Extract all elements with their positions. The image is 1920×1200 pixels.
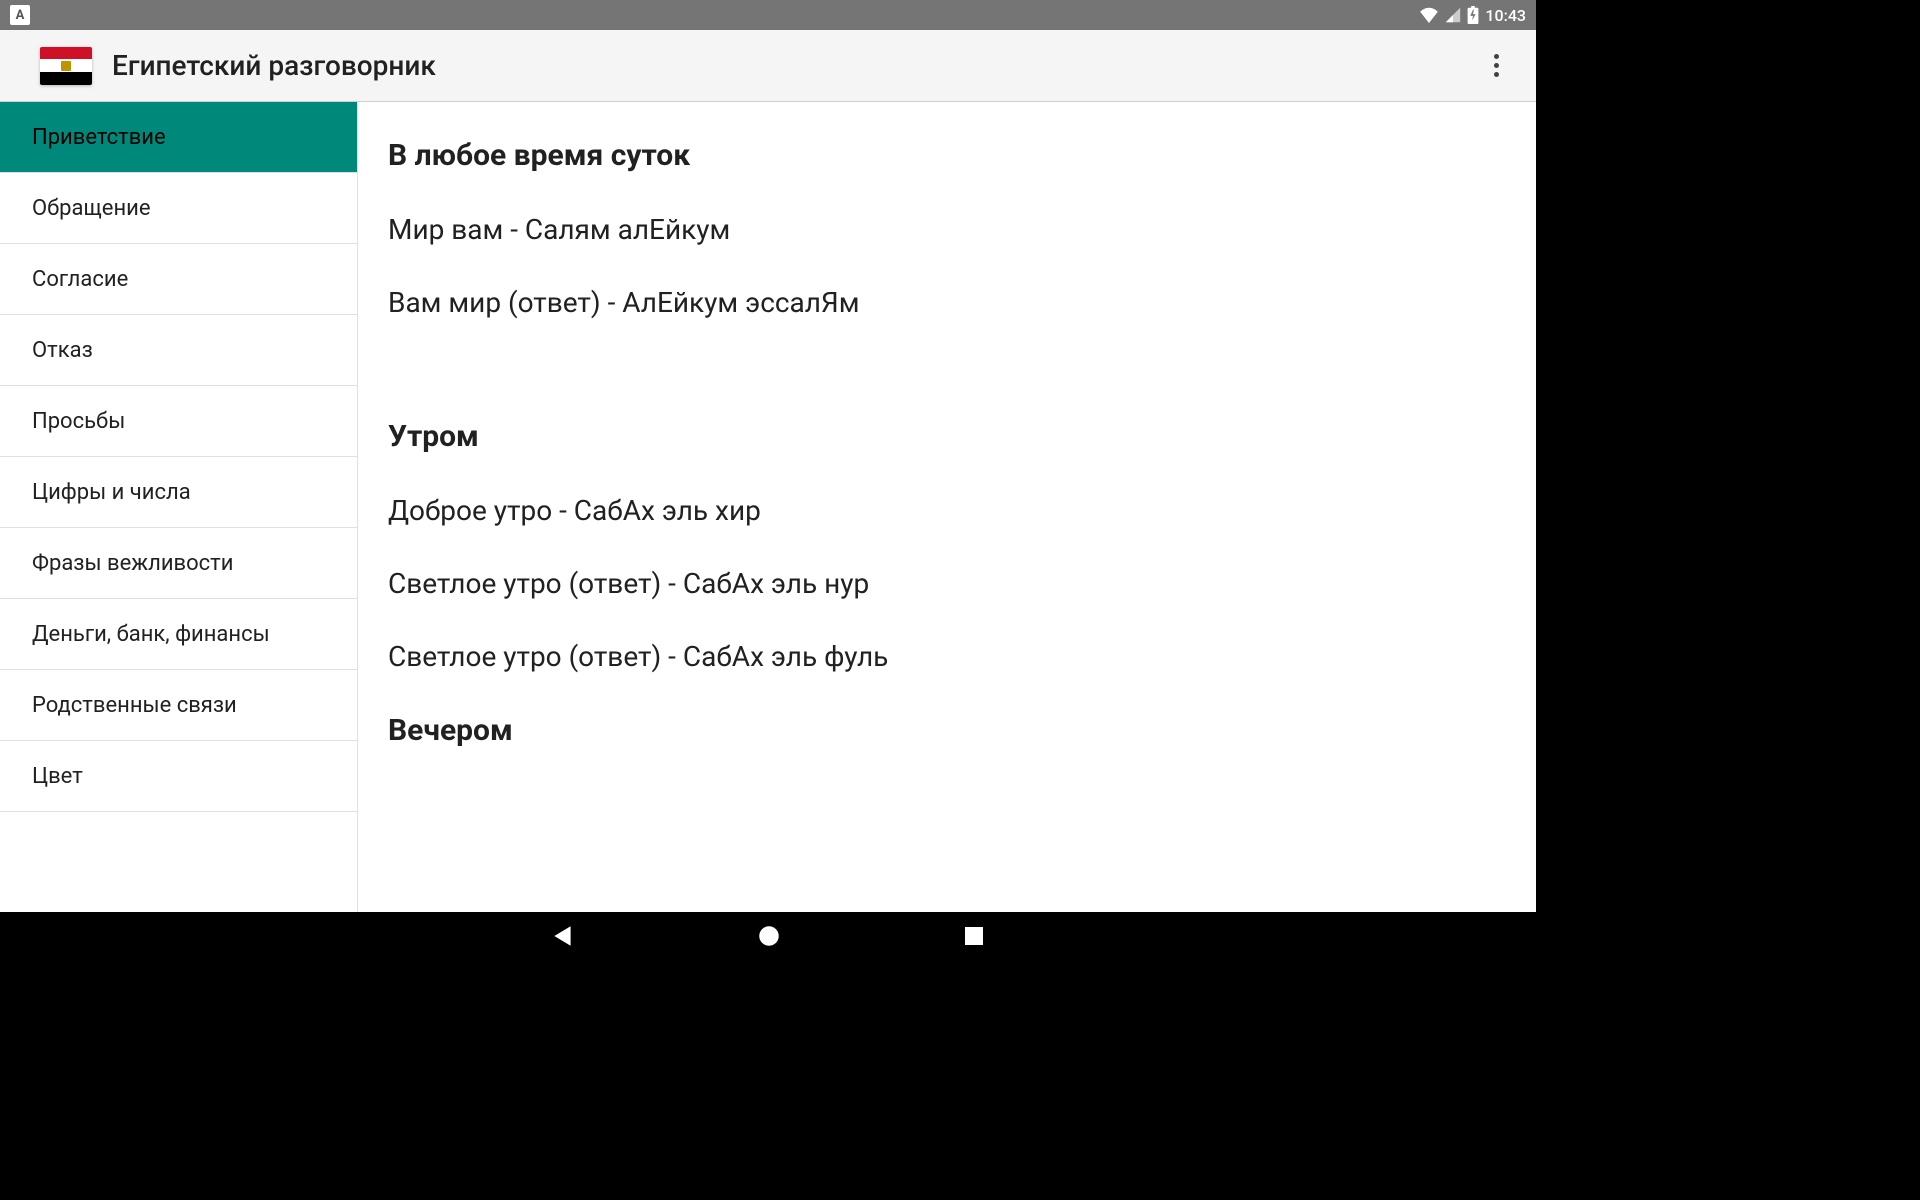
category-sidebar: Приветствие Обращение Согласие Отказ Про… — [0, 102, 358, 912]
status-right: 10:43 — [1419, 6, 1526, 25]
sidebar-item-numbers[interactable]: Цифры и числа — [0, 457, 357, 528]
keyboard-language-indicator: A — [10, 5, 30, 25]
egypt-flag-icon — [40, 47, 92, 85]
phrase-line: Светлое утро (ответ) - СабАх эль нур — [388, 567, 1506, 600]
sidebar-item-greeting[interactable]: Приветствие — [0, 102, 357, 173]
section-heading-morning: Утром — [388, 419, 1506, 454]
app-bar: Египетский разговорник — [0, 30, 1536, 102]
lang-letter: A — [16, 8, 25, 23]
phrase-line: Мир вам - Салям алЕйкум — [388, 213, 1506, 246]
sidebar-item-color[interactable]: Цвет — [0, 741, 357, 812]
app-title: Египетский разговорник — [112, 49, 1476, 82]
sidebar-item-label: Цифры и числа — [32, 480, 191, 505]
section-heading-anytime: В любое время суток — [388, 138, 1506, 173]
sidebar-item-family[interactable]: Родственные связи — [0, 670, 357, 741]
back-button[interactable] — [550, 923, 576, 949]
sidebar-item-label: Цвет — [32, 764, 83, 789]
recent-apps-button[interactable] — [962, 924, 986, 948]
content-area: Приветствие Обращение Согласие Отказ Про… — [0, 102, 1536, 912]
sidebar-item-refusal[interactable]: Отказ — [0, 315, 357, 386]
sidebar-item-label: Фразы вежливости — [32, 551, 233, 576]
sidebar-item-label: Деньги, банк, финансы — [32, 622, 270, 647]
phrase-line: Светлое утро (ответ) - СабАх эль фуль — [388, 640, 1506, 673]
battery-charging-icon — [1467, 6, 1479, 24]
sidebar-item-label: Приветствие — [32, 125, 166, 150]
section-heading-evening: Вечером — [388, 713, 1506, 748]
phrase-content: В любое время суток Мир вам - Салям алЕй… — [358, 102, 1536, 912]
sidebar-item-requests[interactable]: Просьбы — [0, 386, 357, 457]
sidebar-item-label: Обращение — [32, 196, 151, 221]
sidebar-item-label: Просьбы — [32, 409, 125, 434]
more-options-button[interactable] — [1476, 46, 1516, 86]
phrase-line: Доброе утро - СабАх эль хир — [388, 494, 1506, 527]
sidebar-item-agreement[interactable]: Согласие — [0, 244, 357, 315]
cell-signal-icon — [1445, 7, 1461, 23]
sidebar-item-label: Родственные связи — [32, 693, 237, 718]
sidebar-item-politeness[interactable]: Фразы вежливости — [0, 528, 357, 599]
sidebar-item-money[interactable]: Деньги, банк, финансы — [0, 599, 357, 670]
status-left: A — [10, 5, 30, 25]
sidebar-item-address[interactable]: Обращение — [0, 173, 357, 244]
clock: 10:43 — [1485, 6, 1526, 25]
home-button[interactable] — [756, 923, 782, 949]
wifi-icon — [1419, 7, 1439, 23]
sidebar-item-label: Отказ — [32, 338, 93, 363]
status-bar: A 10:43 — [0, 0, 1536, 30]
system-navigation-bar — [0, 912, 1536, 960]
sidebar-item-label: Согласие — [32, 267, 128, 292]
phrase-line: Вам мир (ответ) - АлЕйкум эссалЯм — [388, 286, 1506, 319]
